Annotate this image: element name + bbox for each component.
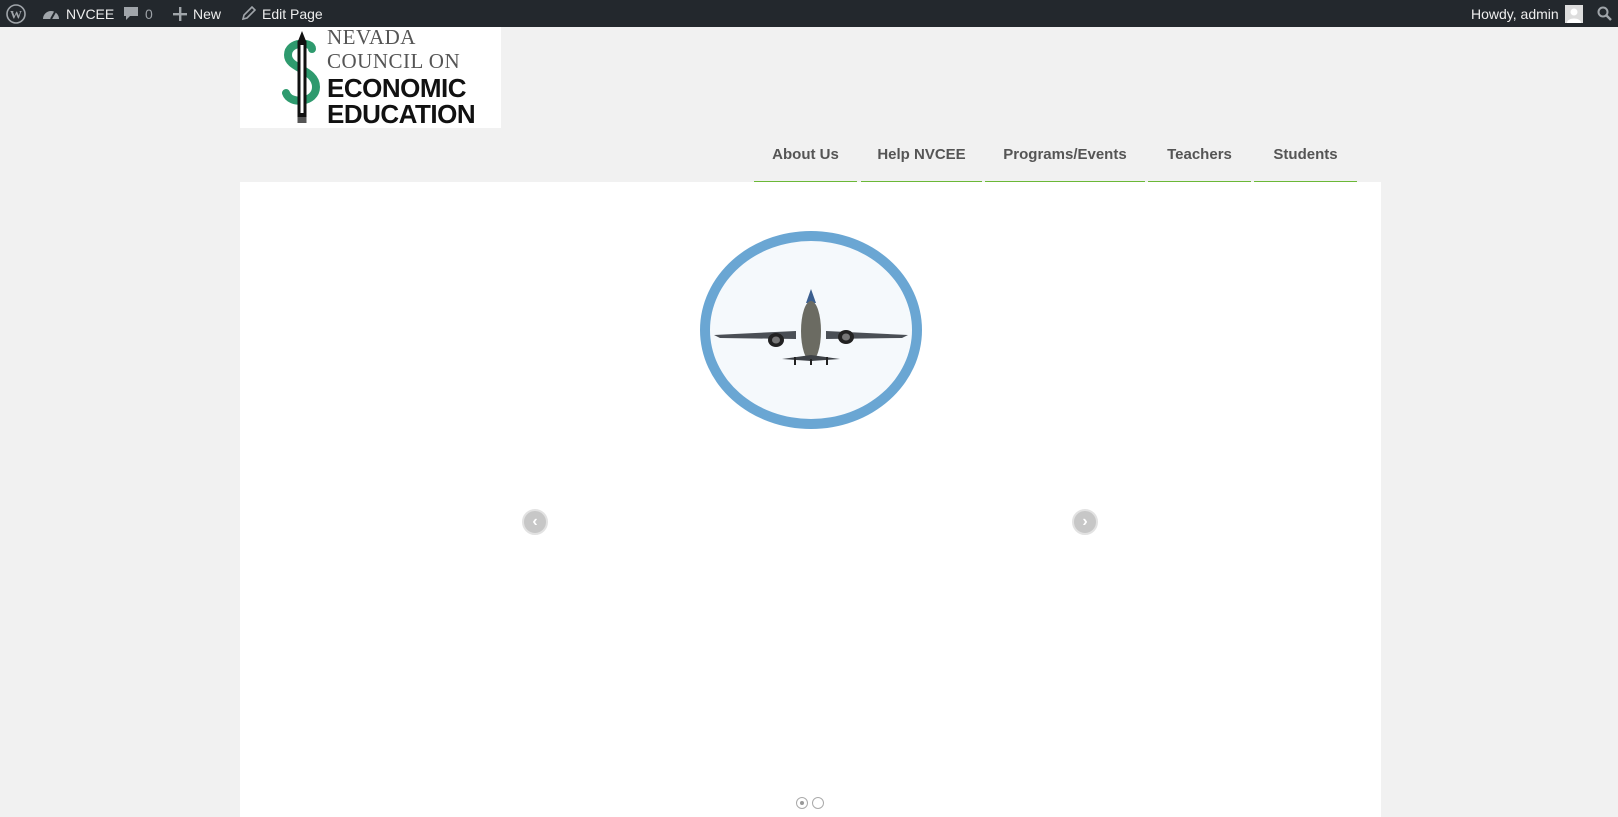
nav-item-students[interactable]: Students <box>1254 128 1357 184</box>
plus-icon <box>173 6 187 21</box>
svg-text:W: W <box>10 7 22 21</box>
site-logo[interactable]: NEVADA COUNCIL ON ECONOMIC EDUCATION <box>240 27 501 128</box>
new-label: New <box>193 5 222 22</box>
my-account-link[interactable]: Howdy, admin <box>1471 0 1583 27</box>
dollar-pencil-icon <box>282 31 321 123</box>
slider-dot-2[interactable] <box>812 797 824 809</box>
edit-page-link[interactable]: Edit Page <box>241 0 323 27</box>
slider-prev-button[interactable]: ‹ <box>522 509 548 535</box>
edit-page-label: Edit Page <box>262 5 323 22</box>
howdy-label: Howdy, admin <box>1471 5 1559 22</box>
pencil-icon <box>241 6 256 21</box>
main-content: ‹ › <box>240 182 1381 817</box>
search-icon[interactable] <box>1597 0 1612 27</box>
nav-item-teachers[interactable]: Teachers <box>1148 128 1251 184</box>
logo-line-1: NEVADA <box>327 25 416 49</box>
avatar <box>1564 4 1583 23</box>
slider-next-button[interactable]: › <box>1072 509 1098 535</box>
wordpress-logo-icon[interactable]: W <box>6 0 26 27</box>
comments-link[interactable]: 0 <box>123 0 153 27</box>
admin-bar: W NVCEE 0 New Edit Page Howdy, admin <box>0 0 1618 27</box>
nav-item-help-nvcee[interactable]: Help NVCEE <box>861 128 982 184</box>
airplane-icon <box>714 289 908 365</box>
slide-image-airplane <box>700 231 922 429</box>
new-content-link[interactable]: New <box>173 0 221 27</box>
dashboard-icon <box>43 10 59 19</box>
slider-pagination <box>796 797 824 809</box>
nav-item-programs-events[interactable]: Programs/Events <box>985 128 1145 184</box>
comment-icon <box>124 7 138 20</box>
logo-line-4: EDUCATION <box>327 99 476 129</box>
logo-line-3: ECONOMIC <box>327 73 467 103</box>
slider-dot-1[interactable] <box>796 797 808 809</box>
comments-count: 0 <box>145 5 153 22</box>
logo-wordmark: NEVADA COUNCIL ON ECONOMIC EDUCATION <box>327 25 476 129</box>
site-name-link[interactable]: NVCEE <box>42 0 114 27</box>
nav-item-about-us[interactable]: About Us <box>754 128 857 184</box>
site-name-label: NVCEE <box>66 5 115 22</box>
logo-line-2: COUNCIL ON <box>327 49 461 73</box>
main-navigation: About Us Help NVCEE Programs/Events Teac… <box>0 128 1618 184</box>
